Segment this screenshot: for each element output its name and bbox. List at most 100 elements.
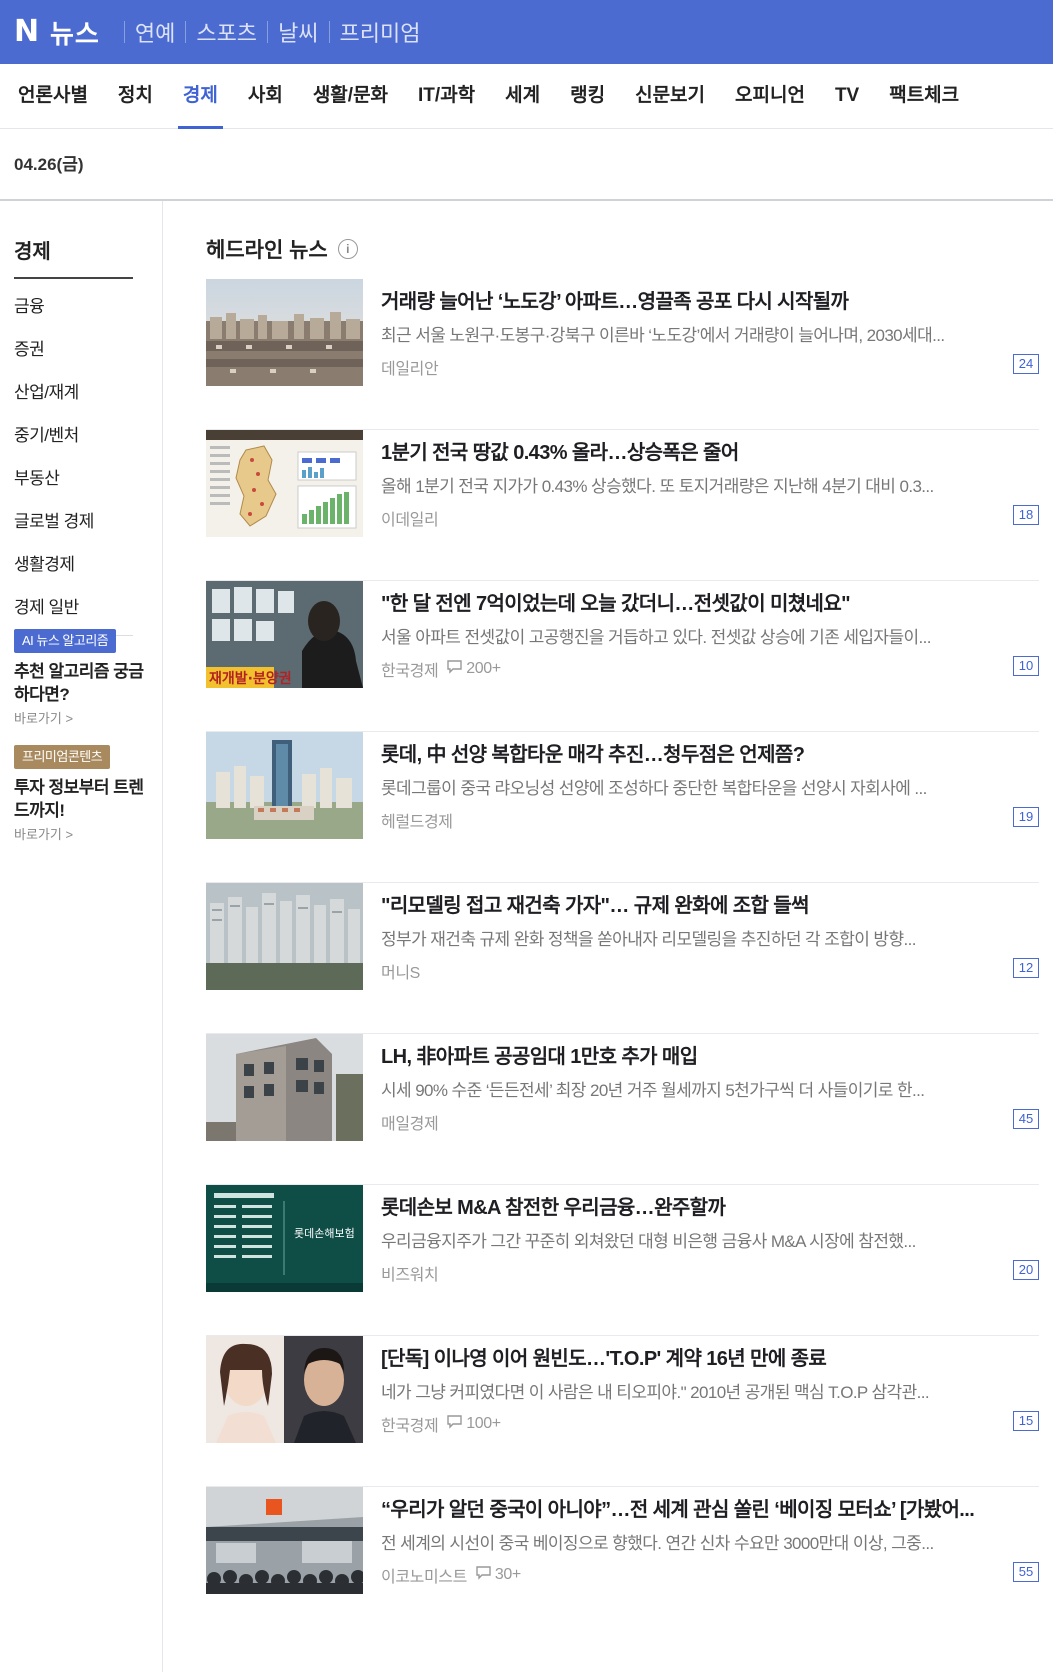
headline-news-heading: 헤드라인 뉴스 i [206,234,358,264]
sidebar-item-real-estate[interactable]: 부동산 [14,465,94,508]
tab-tv[interactable]: TV [835,64,859,128]
sidebar-item-finance[interactable]: 금융 [14,293,94,336]
sidebar-item-living-economy[interactable]: 생활경제 [14,551,94,594]
article-title[interactable]: 롯데, 中 선양 복합타운 매각 추진…청두점은 언제쯤? [381,738,1039,767]
tab-newspaper[interactable]: 신문보기 [635,64,705,128]
related-count-badge[interactable]: 10 [1013,656,1039,676]
press-name[interactable]: 비즈워치 [381,1261,439,1285]
tab-economy[interactable]: 경제 [177,64,223,129]
news-item: 재개발·분양권 "한 달 전엔 7억이었는데 오늘 갔더니…전셋값이 미쳤네요"… [206,581,1039,732]
premium-shortcut-link[interactable]: 바로가기 > [14,824,73,843]
top-link-premium[interactable]: 프리미엄 [340,16,421,48]
comment-count[interactable]: 30+ [495,1566,521,1584]
sidebar-item-sme-venture[interactable]: 중기/벤처 [14,422,94,465]
tab-life-culture[interactable]: 생활/문화 [313,64,388,128]
article-summary[interactable]: 우리금융지주가 그간 꾸준히 외쳐왔던 대형 비은행 금융사 M&A 시장에 참… [381,1227,1039,1252]
article-summary[interactable]: 네가 그냥 커피였다면 이 사람은 내 티오피야." 2010년 공개된 맥심 … [381,1378,1039,1403]
article-summary[interactable]: 서울 아파트 전셋값이 고공행진을 거듭하고 있다. 전셋값 상승에 기존 세입… [381,623,1039,648]
tab-opinion[interactable]: 오피니언 [735,64,805,128]
sidebar-title-underline [14,277,133,279]
article-thumbnail[interactable] [206,883,363,990]
article-meta: 매일경제 [381,1110,439,1134]
article-thumbnail[interactable]: 롯데손해보험 [206,1185,363,1292]
sidebar-list: 금융 증권 산업/재계 중기/벤처 부동산 글로벌 경제 생활경제 경제 일반 [14,293,94,637]
article-summary[interactable]: 전 세계의 시선이 중국 베이징으로 향했다. 연간 신차 수요만 3000만대… [381,1529,1039,1554]
naver-logo[interactable]: N [14,17,40,47]
sidebar-item-global-economy[interactable]: 글로벌 경제 [14,508,94,551]
article-summary[interactable]: 시세 90% 수준 ‘든든전세’ 최장 20년 거주 월세까지 5천가구씩 더 … [381,1076,1039,1101]
article-summary[interactable]: 정부가 재건축 규제 완화 정책을 쏟아내자 리모델링을 추진하던 각 조합이 … [381,925,1039,950]
article-title[interactable]: 거래량 늘어난 ‘노도강’ 아파트…영끌족 공포 다시 시작될까 [381,285,1039,314]
top-bar: N 뉴스 연예 스포츠 날씨 프리미엄 [0,0,1053,64]
ai-algorithm-badge[interactable]: AI 뉴스 알고리즘 [14,629,117,653]
comment-icon [446,659,463,679]
sidebar-item-securities[interactable]: 증권 [14,336,94,379]
tab-it-science[interactable]: IT/과학 [418,64,475,128]
article-title[interactable]: [단독] 이나영 이어 원빈도…'T.O.P' 계약 16년 만에 종료 [381,1342,1039,1371]
article-meta: 데일리안 [381,355,439,379]
article-meta: 한국경제 100+ [381,1412,501,1436]
article-summary[interactable]: 최근 서울 노원구·도봉구·강북구 이른바 ‘노도강’에서 거래량이 늘어나며,… [381,321,1039,346]
ai-algorithm-promo-title[interactable]: 추천 알고리즘 궁금하다면? [14,660,144,706]
news-item: “우리가 알던 중국이 아니야”…전 세계 관심 쏠린 ‘베이징 모터쇼’ [가… [206,1487,1039,1638]
article-thumbnail[interactable] [206,1487,363,1594]
article-summary[interactable]: 올해 1분기 전국 지가가 0.43% 상승했다. 또 토지거래량은 지난해 4… [381,472,1039,497]
related-count-badge[interactable]: 18 [1013,505,1039,525]
tab-ranking[interactable]: 랭킹 [570,64,605,128]
article-title[interactable]: 1분기 전국 땅값 0.43% 올라…상승폭은 줄어 [381,436,1039,465]
tab-society[interactable]: 사회 [248,64,283,128]
info-icon[interactable]: i [337,239,358,259]
article-title[interactable]: "한 달 전엔 7억이었는데 오늘 갔더니…전셋값이 미쳤네요" [381,587,1039,616]
tab-politics[interactable]: 정치 [118,64,153,128]
related-count-badge[interactable]: 55 [1013,1562,1039,1582]
comment-count[interactable]: 100+ [466,1415,501,1433]
article-title[interactable]: 롯데손보 M&A 참전한 우리금융…완주할까 [381,1191,1039,1220]
related-count-badge[interactable]: 12 [1013,958,1039,978]
article-thumbnail[interactable] [206,430,363,537]
article-thumbnail[interactable] [206,279,363,386]
divider [123,21,125,43]
article-title[interactable]: “우리가 알던 중국이 아니야”…전 세계 관심 쏠린 ‘베이징 모터쇼’ [가… [381,1493,1039,1522]
article-summary[interactable]: 롯데그룹이 중국 랴오닝성 선양에 조성하다 중단한 복합타운을 선양시 자회사… [381,774,1039,799]
press-name[interactable]: 헤럴드경제 [381,808,453,832]
top-links: 연예 스포츠 날씨 프리미엄 [114,16,421,48]
tab-world[interactable]: 세계 [505,64,540,128]
ai-algorithm-shortcut-link[interactable]: 바로가기 > [14,708,73,727]
related-count-badge[interactable]: 45 [1013,1109,1039,1129]
article-meta: 비즈워치 [381,1261,439,1285]
sidebar-item-industry[interactable]: 산업/재계 [14,379,94,422]
tab-factcheck[interactable]: 팩트체크 [889,64,959,128]
premium-content-badge[interactable]: 프리미엄콘텐츠 [14,745,111,769]
thumbnail-caption: 롯데손해보험 [294,1226,355,1240]
press-name[interactable]: 이데일리 [381,506,439,530]
press-name[interactable]: 머니S [381,959,420,983]
top-link-entertainment[interactable]: 연예 [135,16,175,48]
related-count-badge[interactable]: 20 [1013,1260,1039,1280]
press-name[interactable]: 한국경제 [381,1412,439,1436]
article-title[interactable]: "리모델링 접고 재건축 가자"… 규제 완화에 조합 들썩 [381,889,1039,918]
premium-promo-title[interactable]: 투자 정보부터 트렌드까지! [14,776,144,822]
article-thumbnail[interactable]: 재개발·분양권 [206,581,363,688]
sidebar: 경제 금융 증권 산업/재계 중기/벤처 부동산 글로벌 경제 생활경제 경제 … [0,201,163,1672]
press-name[interactable]: 매일경제 [381,1110,439,1134]
tab-press[interactable]: 언론사별 [18,64,88,128]
article-thumbnail[interactable] [206,1034,363,1141]
comment-icon [475,1565,492,1585]
related-count-badge[interactable]: 24 [1013,354,1039,374]
news-item: "리모델링 접고 재건축 가자"… 규제 완화에 조합 들썩 정부가 재건축 규… [206,883,1039,1034]
article-thumbnail[interactable] [206,1336,363,1443]
article-title[interactable]: LH, 非아파트 공공임대 1만호 추가 매입 [381,1040,1039,1069]
news-item: 1분기 전국 땅값 0.43% 올라…상승폭은 줄어 올해 1분기 전국 지가가… [206,430,1039,581]
press-name[interactable]: 이코노미스트 [381,1563,467,1587]
press-name[interactable]: 한국경제 [381,657,439,681]
press-name[interactable]: 데일리안 [381,355,439,379]
related-count-badge[interactable]: 19 [1013,807,1039,827]
top-link-weather[interactable]: 날씨 [278,16,318,48]
article-thumbnail[interactable] [206,732,363,839]
sidebar-title: 경제 [14,241,51,263]
top-link-sports[interactable]: 스포츠 [196,16,257,48]
related-count-badge[interactable]: 15 [1013,1411,1039,1431]
news-home-link[interactable]: 뉴스 [50,14,100,51]
comment-count[interactable]: 200+ [466,660,501,678]
news-item: LH, 非아파트 공공임대 1만호 추가 매입 시세 90% 수준 ‘든든전세’… [206,1034,1039,1185]
